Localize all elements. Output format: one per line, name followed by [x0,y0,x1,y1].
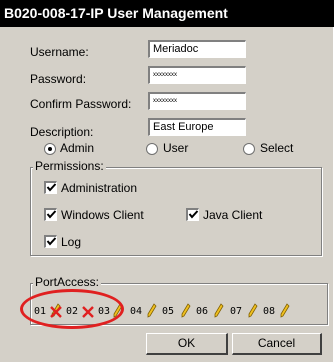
windows-client-checkbox[interactable] [44,208,57,221]
checkmark-icon [46,237,57,246]
pencil-icon[interactable] [180,302,192,318]
pencil-icon[interactable] [213,302,225,318]
permissions-title: Permissions: [33,159,106,173]
pencil-icon[interactable] [146,302,158,318]
port-07-label: 07 [230,306,243,317]
password-label: Password: [30,72,87,86]
administration-checkbox[interactable] [44,181,57,194]
checkmark-icon [188,210,199,219]
java-client-label: Java Client [203,208,263,222]
port-access-title: PortAccess: [33,275,102,289]
port-04-label: 04 [130,306,143,317]
user-management-dialog: B020-008-17-IP User Management Username:… [0,0,334,362]
password-field[interactable]: xxxxxxxx [148,66,246,84]
java-client-checkbox[interactable] [186,208,199,221]
role-admin-radio[interactable] [44,143,56,155]
role-user-radio[interactable] [146,143,158,155]
checkmark-icon [46,183,57,192]
log-label: Log [61,235,82,249]
port-05-label: 05 [162,306,175,317]
checkmark-icon [46,210,57,219]
role-admin-label: Admin [60,141,95,155]
confirm-password-label: Confirm Password: [30,97,132,111]
description-field[interactable]: East Europe [148,118,246,136]
windows-client-label: Windows Client [61,208,144,222]
port-08-label: 08 [263,306,276,317]
role-user-label: User [163,141,189,155]
confirm-password-field[interactable]: xxxxxxxx [148,92,246,110]
role-select-label: Select [260,141,294,155]
description-label: Description: [30,125,94,139]
window-title: B020-008-17-IP User Management [0,0,334,27]
username-label: Username: [30,45,89,59]
pencil-icon[interactable] [247,302,259,318]
highlight-circle [20,289,124,329]
ok-button[interactable]: OK [146,333,228,355]
role-select-radio[interactable] [243,143,255,155]
log-checkbox[interactable] [44,235,57,248]
cancel-button[interactable]: Cancel [232,333,322,355]
pencil-icon[interactable] [279,302,291,318]
username-field[interactable]: Meriadoc [148,40,246,58]
port-06-label: 06 [196,306,209,317]
administration-label: Administration [61,181,138,195]
